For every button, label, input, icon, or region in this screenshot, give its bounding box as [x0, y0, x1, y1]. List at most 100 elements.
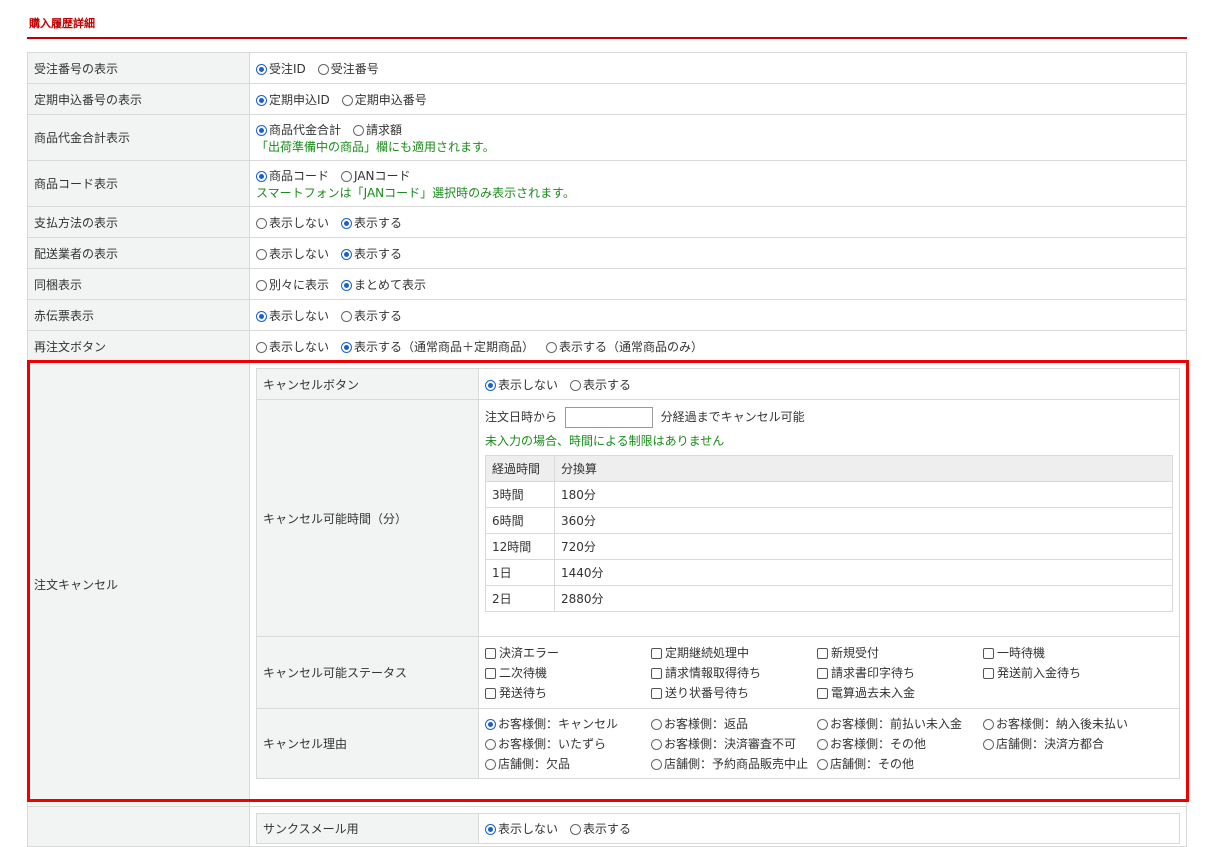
radio-unselected-icon[interactable] [256, 279, 267, 291]
radio-selected-icon[interactable] [341, 217, 353, 229]
status-checkbox-3[interactable]: 一時待機 [983, 644, 1149, 661]
radio-option-reason-7[interactable]: 店舗側：決済方都合 [983, 735, 1149, 752]
radio-option-2-0[interactable]: 商品代金合計 [256, 121, 341, 138]
radio-unselected-icon[interactable] [485, 739, 496, 750]
radio-unselected-icon[interactable] [353, 124, 365, 136]
radio-unselected-icon[interactable] [983, 739, 994, 750]
radio-selected-icon[interactable] [485, 824, 496, 835]
radio-unselected-icon[interactable] [651, 759, 662, 770]
status-checkbox-6[interactable]: 請求書印字待ち [817, 664, 983, 681]
checkbox-icon[interactable] [651, 648, 662, 659]
radio-option-4-0[interactable]: 表示しない [256, 214, 329, 231]
radio-label: 表示しない [498, 377, 559, 392]
radio-option-3-1[interactable]: JANコード [341, 167, 411, 184]
status-checkbox-5[interactable]: 請求情報取得待ち [651, 664, 817, 681]
radio-option-2-1[interactable]: 請求額 [353, 121, 402, 138]
radio-selected-icon[interactable] [485, 379, 496, 391]
radio-selected-icon[interactable] [341, 248, 353, 260]
radio-label: 店舗側：欠品 [498, 757, 571, 771]
radio-option-reason-0[interactable]: お客様側：キャンセル [485, 715, 651, 732]
radio-unselected-icon[interactable] [341, 94, 353, 106]
radio-option-reason-6[interactable]: お客様側：その他 [817, 735, 983, 752]
radio-option-reason-2[interactable]: お客様側：前払い未入金 [817, 715, 983, 732]
radio-option-thanks-0[interactable]: 表示しない [485, 820, 558, 837]
radio-selected-icon[interactable] [256, 63, 267, 75]
checkbox-icon[interactable] [817, 688, 828, 699]
checkbox-icon[interactable] [817, 668, 828, 679]
status-checkbox-4[interactable]: 二次待機 [485, 664, 651, 681]
radio-option-8-2[interactable]: 表示する（通常商品のみ） [546, 338, 703, 355]
radio-selected-icon[interactable] [256, 124, 267, 136]
radio-option-0-1[interactable]: 受注番号 [317, 60, 379, 77]
checkbox-icon[interactable] [983, 648, 994, 659]
checkbox-label: 電算過去未入金 [831, 686, 916, 700]
radio-option-4-1[interactable]: 表示する [341, 214, 402, 231]
radio-unselected-icon[interactable] [341, 170, 353, 182]
radio-option-reason-5[interactable]: お客様側：決済審査不可 [651, 735, 817, 752]
radio-unselected-icon[interactable] [570, 824, 582, 835]
radio-selected-icon[interactable] [256, 170, 267, 182]
radio-unselected-icon[interactable] [341, 310, 353, 322]
radio-option-cancel-button-0[interactable]: 表示しない [485, 376, 558, 393]
radio-selected-icon[interactable] [256, 310, 267, 322]
status-checkbox-8[interactable]: 発送待ち [485, 684, 651, 701]
radio-unselected-icon[interactable] [546, 341, 558, 353]
status-checkbox-0[interactable]: 決済エラー [485, 644, 651, 661]
radio-selected-icon[interactable] [341, 279, 353, 291]
checkbox-icon[interactable] [817, 648, 828, 659]
row-order-number: 受注番号の表示 受注ID 受注番号 [27, 52, 1187, 84]
radio-option-thanks-1[interactable]: 表示する [570, 820, 631, 837]
radio-option-6-1[interactable]: まとめて表示 [341, 276, 426, 293]
radio-option-reason-8[interactable]: 店舗側：欠品 [485, 755, 651, 772]
radio-unselected-icon[interactable] [485, 759, 496, 770]
row-note: スマートフォンは「JANコード」選択時のみ表示されます。 [256, 185, 575, 200]
radio-option-0-0[interactable]: 受注ID [256, 60, 306, 77]
cancel-minutes-input[interactable] [564, 407, 653, 428]
radio-unselected-icon[interactable] [983, 719, 994, 730]
radio-unselected-icon[interactable] [817, 719, 828, 730]
checkbox-icon[interactable] [983, 668, 994, 679]
status-checkbox-1[interactable]: 定期継続処理中 [651, 644, 817, 661]
radio-option-8-1[interactable]: 表示する（通常商品＋定期商品） [341, 338, 534, 355]
status-checkbox-9[interactable]: 送り状番号待ち [651, 684, 817, 701]
radio-unselected-icon[interactable] [317, 63, 329, 75]
status-checkbox-2[interactable]: 新規受付 [817, 644, 983, 661]
checkbox-icon[interactable] [651, 688, 662, 699]
radio-option-7-1[interactable]: 表示する [341, 307, 402, 324]
checkbox-label: 定期継続処理中 [665, 646, 750, 660]
radio-option-7-0[interactable]: 表示しない [256, 307, 329, 324]
radio-selected-icon[interactable] [256, 94, 267, 106]
radio-option-reason-10[interactable]: 店舗側：その他 [817, 755, 983, 772]
radio-option-reason-1[interactable]: お客様側：返品 [651, 715, 817, 732]
checkbox-icon[interactable] [485, 648, 496, 659]
radio-option-8-0[interactable]: 表示しない [256, 338, 329, 355]
checkbox-icon[interactable] [485, 668, 496, 679]
radio-option-cancel-button-1[interactable]: 表示する [570, 376, 631, 393]
checkbox-icon[interactable] [485, 688, 496, 699]
radio-option-reason-3[interactable]: お客様側：納入後未払い [983, 715, 1149, 732]
radio-unselected-icon[interactable] [651, 739, 662, 750]
radio-unselected-icon[interactable] [256, 341, 267, 353]
radio-unselected-icon[interactable] [817, 759, 828, 770]
radio-option-reason-4[interactable]: お客様側：いたずら [485, 735, 651, 752]
radio-option-reason-9[interactable]: 店舗側：予約商品販売中止 [651, 755, 817, 772]
radio-option-3-0[interactable]: 商品コード [256, 167, 329, 184]
radio-unselected-icon[interactable] [651, 719, 662, 730]
radio-label: お客様側：返品 [664, 717, 749, 731]
cancel-time-note: 未入力の場合、時間による制限はありません [485, 434, 725, 448]
radio-unselected-icon[interactable] [256, 217, 267, 229]
radio-selected-icon[interactable] [341, 341, 353, 353]
status-checkbox-7[interactable]: 発送前入金待ち [983, 664, 1149, 681]
radio-unselected-icon[interactable] [256, 248, 267, 260]
checkbox-icon[interactable] [651, 668, 662, 679]
radio-option-6-0[interactable]: 別々に表示 [256, 276, 329, 293]
radio-unselected-icon[interactable] [570, 379, 582, 391]
radio-option-1-1[interactable]: 定期申込番号 [341, 91, 427, 108]
radio-selected-icon[interactable] [485, 719, 496, 730]
radio-option-1-0[interactable]: 定期申込ID [256, 91, 330, 108]
radio-unselected-icon[interactable] [817, 739, 828, 750]
radio-label: 表示しない [269, 339, 330, 354]
status-checkbox-10[interactable]: 電算過去未入金 [817, 684, 983, 701]
radio-option-5-0[interactable]: 表示しない [256, 245, 329, 262]
radio-option-5-1[interactable]: 表示する [341, 245, 402, 262]
